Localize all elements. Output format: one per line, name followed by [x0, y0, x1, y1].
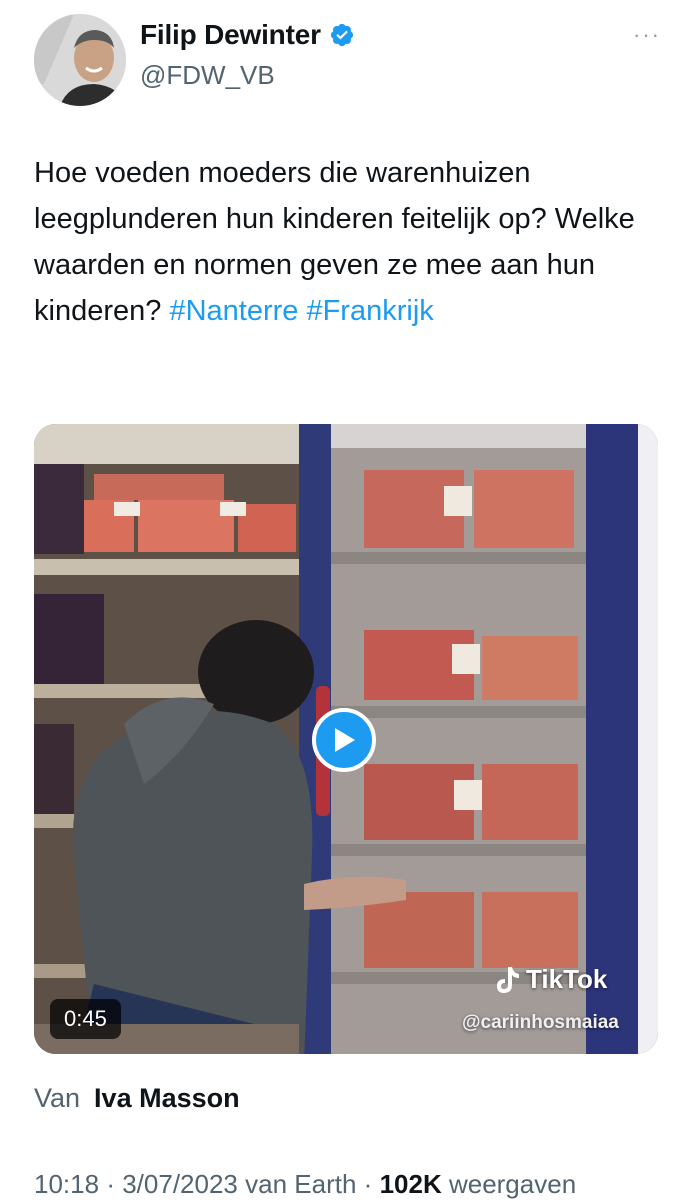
hashtag-link[interactable]: #Frankrijk: [306, 295, 433, 327]
tiktok-label: TikTok: [526, 964, 608, 994]
author-avatar[interactable]: [34, 14, 126, 106]
more-icon[interactable]: ···: [633, 24, 661, 46]
play-button[interactable]: [312, 708, 376, 772]
credit-name[interactable]: Iva Masson: [94, 1083, 240, 1113]
tiktok-handle: @cariinhosmaiaa: [462, 1012, 619, 1033]
credit-prefix: Van: [34, 1083, 81, 1113]
hashtag-link[interactable]: #Nanterre: [169, 295, 298, 327]
tweet-time[interactable]: 10:18: [34, 1169, 99, 1199]
video-duration: 0:45: [50, 999, 121, 1039]
tweet-date[interactable]: 3/07/2023: [122, 1169, 238, 1199]
meta-separator: ·: [106, 1169, 115, 1199]
author-name[interactable]: Filip Dewinter: [140, 18, 321, 52]
tiktok-watermark: TikTok: [494, 964, 607, 995]
play-icon: [335, 728, 355, 752]
video-player[interactable]: TikTok @cariinhosmaiaa 0:45: [34, 424, 658, 1054]
media-credit: Van Iva Masson: [34, 1080, 240, 1116]
author-block[interactable]: Filip Dewinter @FDW_VB: [140, 18, 355, 92]
verified-badge-icon: [330, 23, 353, 47]
tweet-source: van Earth: [245, 1169, 357, 1199]
tiktok-icon: [497, 966, 519, 993]
tweet-meta: 10:18 · 3/07/2023 van Earth · 102K weerg…: [34, 1166, 576, 1202]
view-count: 102K: [379, 1169, 442, 1199]
meta-separator: ·: [363, 1169, 373, 1199]
author-handle[interactable]: @FDW_VB: [140, 58, 355, 92]
view-label: weergaven: [448, 1169, 577, 1199]
tweet-text: Hoe voeden moeders die warenhuizen leegp…: [34, 150, 644, 334]
